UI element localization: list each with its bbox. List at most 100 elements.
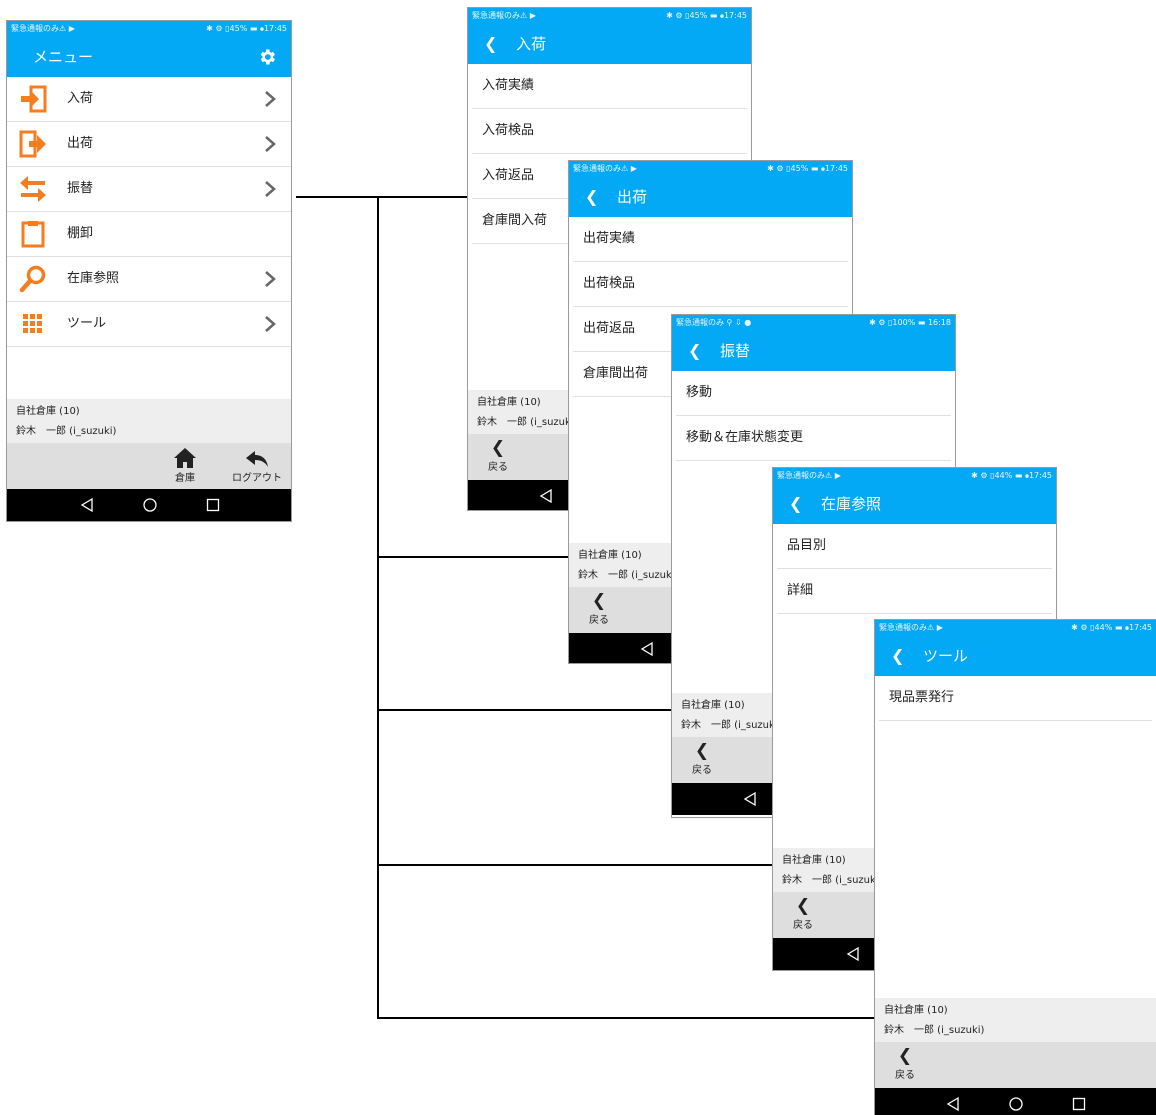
back-button-label: 戻る (793, 920, 813, 931)
menu-item-shukka[interactable]: 出荷 (7, 122, 291, 167)
logout-button-label: ログアウト (232, 473, 282, 484)
gear-icon[interactable] (257, 47, 277, 67)
menu-item-label: 棚卸 (67, 226, 94, 241)
status-left: 緊急通報のみ ⚲ ⇩ ● (676, 318, 752, 327)
menu-item-tool[interactable]: ツール (7, 302, 291, 347)
nav-back-icon[interactable] (742, 791, 758, 807)
back-button[interactable]: ❮ 戻る (783, 896, 823, 931)
page-title: 入荷 (516, 35, 547, 53)
system-navbar (7, 489, 291, 521)
status-bar: 緊急通報のみ⚠ ▶ ✱ ⚙ ▯44% ▬ ⦁17:45 (773, 468, 1056, 484)
menu-item-label: ツール (67, 316, 107, 331)
search-icon (19, 265, 46, 293)
warehouse-button-label: 倉庫 (175, 473, 195, 484)
reply-icon (246, 451, 268, 467)
status-left: 緊急通報のみ⚠ ▶ (777, 471, 841, 480)
page-title: ツール (923, 647, 969, 665)
chevron-left-icon: ❮ (694, 741, 710, 761)
status-left: 緊急通報のみ⚠ ▶ (472, 11, 536, 20)
back-button[interactable]: ❮ 戻る (885, 1046, 925, 1081)
status-left: 緊急通報のみ⚠ ▶ (879, 623, 943, 632)
back-button-label: 戻る (692, 765, 712, 776)
chevron-left-icon: ❮ (490, 438, 506, 458)
transfer-arrows-icon (20, 176, 46, 202)
submenu-list: 現品票発行 (875, 676, 1156, 721)
chevron-left-icon[interactable]: ❮ (688, 331, 701, 371)
list-item[interactable]: 入荷実績 (472, 64, 747, 109)
submenu-list: 品目別 詳細 (773, 524, 1056, 614)
warehouse-label: 自社倉庫 (10) (884, 1005, 948, 1016)
back-button[interactable]: ❮ 戻る (682, 741, 722, 776)
nav-home-icon[interactable] (1008, 1096, 1024, 1112)
logout-button[interactable]: ログアウト (229, 447, 285, 484)
system-navbar (875, 1088, 1156, 1115)
menu-item-label: 入荷 (67, 91, 94, 106)
nav-back-icon[interactable] (639, 641, 655, 657)
status-left: 緊急通報のみ⚠ ▶ (573, 164, 637, 173)
menu-item-zaiko[interactable]: 在庫参照 (7, 257, 291, 302)
menu-item-furikae[interactable]: 振替 (7, 167, 291, 212)
nav-back-icon[interactable] (79, 497, 95, 513)
list-item[interactable]: 移動 (676, 371, 951, 416)
submenu-list: 移動 移動＆在庫状態変更 (672, 371, 955, 461)
nav-back-icon[interactable] (945, 1096, 961, 1112)
user-info: 自社倉庫 (10) 鈴木 一郎 (i_suzuki) (7, 399, 291, 443)
connector-branch-tool (377, 1017, 875, 1019)
page-title: メニュー (33, 48, 94, 66)
nav-home-icon[interactable] (142, 497, 158, 513)
list-item[interactable]: 品目別 (777, 524, 1052, 569)
back-button-label: 戻る (589, 615, 609, 626)
status-bar: 緊急通報のみ ⚲ ⇩ ● ✱ ⚙ ▯100% ▬ 16:18 (672, 315, 955, 331)
back-button-label: 戻る (488, 462, 508, 473)
login-icon (21, 85, 47, 113)
chevron-right-icon (265, 91, 276, 107)
chevron-left-icon[interactable]: ❮ (585, 177, 598, 217)
warehouse-button[interactable]: 倉庫 (157, 447, 213, 484)
list-item[interactable]: 出荷実績 (573, 217, 848, 262)
bottom-bar: 倉庫 ログアウト (7, 443, 291, 489)
nav-recents-icon[interactable] (1071, 1096, 1087, 1112)
user-info: 自社倉庫 (10) 鈴木 一郎 (i_suzuki) (875, 998, 1156, 1042)
user-label: 鈴木 一郎 (i_suzuki) (884, 1025, 985, 1036)
menu-item-nyuka[interactable]: 入荷 (7, 77, 291, 122)
chevron-left-icon[interactable]: ❮ (789, 484, 802, 524)
logout-icon (19, 130, 46, 158)
list-item[interactable]: 入荷検品 (472, 109, 747, 154)
chevron-left-icon: ❮ (591, 591, 607, 611)
nav-recents-icon[interactable] (205, 497, 221, 513)
list-item[interactable]: 移動＆在庫状態変更 (676, 416, 951, 461)
menu-item-tanaoroshi[interactable]: 棚卸 (7, 212, 291, 257)
menu-item-label: 振替 (67, 181, 94, 196)
menu-list: 入荷 出荷 振替 棚卸 在庫参照 ツール (7, 77, 291, 347)
tool-screen: 緊急通報のみ⚠ ▶ ✱ ⚙ ▯44% ▬ ⦁17:45 ❮ ツール 現品票発行 … (874, 619, 1156, 1115)
app-bar: ❮ 出荷 (569, 177, 852, 217)
nav-back-icon[interactable] (845, 946, 861, 962)
bottom-bar: ❮ 戻る (875, 1042, 1156, 1088)
page-title: 在庫参照 (821, 495, 882, 513)
connector-branch-furikae (377, 709, 671, 711)
list-item[interactable]: 詳細 (777, 569, 1052, 614)
back-button-label: 戻る (895, 1070, 915, 1081)
status-right: ✱ ⚙ ▯45% ▬ ⦁17:45 (666, 11, 747, 20)
user-label: 鈴木 一郎 (i_suzuki) (16, 426, 117, 437)
chevron-left-icon: ❮ (897, 1046, 913, 1066)
connector-branch-shukka (377, 556, 569, 558)
chevron-right-icon (265, 136, 276, 152)
status-left: 緊急通報のみ⚠ ▶ (11, 24, 75, 33)
app-bar: ❮ 入荷 (468, 24, 751, 64)
page-title: 出荷 (617, 188, 648, 206)
list-item[interactable]: 出荷検品 (573, 262, 848, 307)
app-bar: ❮ ツール (875, 636, 1156, 676)
back-button[interactable]: ❮ 戻る (579, 591, 619, 626)
connector-horizontal-main (296, 196, 468, 198)
back-button[interactable]: ❮ 戻る (478, 438, 518, 473)
chevron-left-icon[interactable]: ❮ (891, 636, 904, 676)
chevron-left-icon[interactable]: ❮ (484, 24, 497, 64)
status-right: ✱ ⚙ ▯44% ▬ ⦁17:45 (971, 471, 1052, 480)
apps-grid-icon (23, 314, 42, 333)
nav-back-icon[interactable] (538, 488, 554, 504)
status-right: ✱ ⚙ ▯45% ▬ ⦁17:45 (206, 24, 287, 33)
status-right: ✱ ⚙ ▯44% ▬ ⦁17:45 (1071, 623, 1152, 632)
list-item[interactable]: 現品票発行 (879, 676, 1152, 721)
status-right: ✱ ⚙ ▯100% ▬ 16:18 (869, 318, 951, 327)
